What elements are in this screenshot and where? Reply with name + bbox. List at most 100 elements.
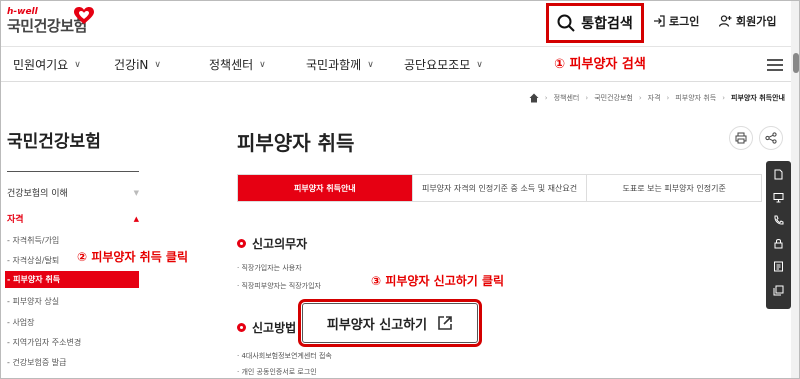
sidebar-item-dependent-lose[interactable]: - 피부양자 상실: [7, 296, 59, 307]
sidebar-item-acquire[interactable]: - 자격취득/가입: [7, 235, 59, 246]
bullet-item: · 직장피부양자는 직장가입자: [237, 282, 321, 290]
chevron-down-icon: ∨: [74, 59, 81, 70]
nav-item-about[interactable]: 공단요모조모 ∨: [404, 56, 483, 73]
quick-menu-bar: [766, 161, 791, 309]
bullet-item: · 직장가입자는 사용자: [237, 264, 302, 272]
search-icon: [557, 14, 575, 32]
sidebar-item-dependent-acquire[interactable]: - 피부양자 취득: [5, 271, 139, 288]
sidebar-item-label: 지역가입자 주소변경: [12, 338, 82, 347]
annotation-step3: ③ 피부양자 신고하기 클릭: [371, 274, 505, 288]
report-button-label: 피부양자 신고하기: [326, 317, 428, 333]
sidebar-item-card-issue[interactable]: - 건강보험증 발급: [7, 357, 67, 368]
breadcrumb-item[interactable]: 자격: [648, 93, 661, 103]
integrated-search-button[interactable]: 통합검색: [546, 3, 644, 43]
section-title: 신고방법: [252, 321, 297, 335]
chevron-down-icon: ∨: [259, 59, 266, 70]
login-label: 로그인: [669, 15, 700, 28]
menu-icon[interactable]: [767, 59, 783, 71]
section-reporter: 신고의무자: [237, 235, 307, 252]
chevron-down-icon: ∨: [154, 59, 161, 70]
login-link[interactable]: 로그인: [653, 13, 699, 29]
monitor-icon[interactable]: [773, 192, 784, 203]
annotation-step2: ② 피부양자 취득 클릭: [77, 250, 189, 264]
tab-income-property-criteria[interactable]: 피부양자 자격의 인정기준 중 소득 및 재산요건: [411, 175, 587, 201]
caret-down-icon: ▼: [133, 188, 139, 197]
section-method: 신고방법: [237, 319, 296, 336]
page-title: 피부양자 취득: [237, 131, 355, 155]
chevron-down-icon: ∨: [476, 59, 483, 70]
print-icon: [735, 132, 747, 144]
breadcrumb-separator: ›: [544, 94, 548, 102]
section-bullet-icon: [237, 239, 246, 248]
sidebar-item-workplace[interactable]: - 사업장: [7, 317, 35, 328]
share-button[interactable]: [759, 126, 783, 150]
bullet-text: 직장가입자는 사용자: [241, 264, 302, 272]
home-icon[interactable]: [529, 93, 539, 103]
nav-item-civil-service[interactable]: 민원여기요 ∨: [13, 56, 81, 73]
sidebar-item-label: 건강보험증 발급: [12, 358, 67, 367]
chevron-down-icon: ∨: [367, 59, 374, 70]
nav-label: 민원여기요: [13, 58, 69, 72]
share-icon: [765, 132, 777, 144]
external-link-icon: [438, 316, 452, 330]
section-title: 신고의무자: [252, 237, 308, 251]
breadcrumb-separator: ›: [638, 94, 642, 102]
nav-item-with-people[interactable]: 국민과함께 ∨: [306, 56, 374, 73]
nav-item-health-in[interactable]: 건강iN ∨: [114, 56, 161, 73]
page: h-well 국민건강보험 통합검색 로그인 회원가입 민원여기요 ∨ 건강iN…: [0, 0, 800, 379]
search-label: 통합검색: [581, 16, 633, 32]
heart-icon: [74, 7, 94, 24]
phone-icon[interactable]: [773, 215, 784, 226]
sidebar-item-label: 자격취득/가입: [12, 236, 60, 245]
copy-icon[interactable]: [773, 285, 784, 296]
annotation-step1: ① 피부양자 검색: [554, 57, 646, 72]
dependent-report-button[interactable]: 피부양자 신고하기: [302, 303, 478, 343]
sidebar-item-label: 피부양자 상실: [12, 297, 60, 306]
add-user-icon: [719, 15, 732, 27]
main-navigation: 민원여기요 ∨ 건강iN ∨ 정책센터 ∨ 국민과함께 ∨ 공단요모조모 ∨: [1, 47, 791, 82]
bullet-text: 개인 공동인증서로 로그인: [241, 368, 317, 376]
scrollbar-thumb[interactable]: [793, 53, 799, 73]
nav-label: 건강iN: [114, 58, 149, 72]
breadcrumb-item[interactable]: 정책센터: [554, 93, 580, 103]
lock-icon[interactable]: [773, 238, 784, 249]
sidebar-item-label: 피부양자 취득: [13, 275, 61, 284]
sidebar-divider: [7, 171, 139, 172]
sidebar-item-label: 자격상실/탈퇴: [12, 256, 60, 265]
site-logo[interactable]: h-well 국민건강보험: [7, 7, 94, 35]
content-tabs: 피부양자 취득안내 피부양자 자격의 인정기준 중 소득 및 재산요건 도표로 …: [237, 174, 762, 202]
bullet-item: · 개인 공동인증서로 로그인: [237, 368, 317, 376]
nav-label: 국민과함께: [306, 58, 362, 72]
bullet-text: 직장피부양자는 직장가입자: [241, 282, 321, 290]
sidebar-title: 국민건강보험: [7, 132, 101, 152]
breadcrumb: › 정책센터 › 국민건강보험 › 자격 › 피부양자 취득 › 피부양자 취득…: [529, 93, 785, 103]
tab-criteria-chart[interactable]: 도표로 보는 피부양자 인정기준: [586, 175, 761, 201]
breadcrumb-item[interactable]: 국민건강보험: [594, 93, 633, 103]
breadcrumb-separator: ›: [585, 94, 589, 102]
document-icon[interactable]: [773, 169, 784, 180]
nav-label: 공단요모조모: [404, 58, 471, 72]
breadcrumb-current: 피부양자 취득안내: [731, 94, 785, 102]
breadcrumb-separator: ›: [722, 94, 726, 102]
breadcrumb-item[interactable]: 피부양자 취득: [675, 93, 716, 103]
site-header: h-well 국민건강보험 통합검색 로그인 회원가입: [1, 1, 791, 47]
print-button[interactable]: [729, 126, 753, 150]
section-bullet-icon: [237, 323, 246, 332]
sidebar-item-lose[interactable]: - 자격상실/탈퇴: [7, 255, 59, 266]
sidebar-item-address-change[interactable]: - 지역가입자 주소변경: [7, 337, 81, 348]
bullet-text: 4대사회보험정보연계센터 접속: [241, 352, 332, 360]
nav-item-policy-center[interactable]: 정책센터 ∨: [209, 56, 266, 73]
sidebar-item-label: 사업장: [12, 318, 35, 327]
tab-dependent-acquire-guide[interactable]: 피부양자 취득안내: [238, 175, 412, 201]
caret-up-icon: ▲: [133, 214, 139, 223]
bullet-item: · 4대사회보험정보연계센터 접속: [237, 352, 332, 360]
list-document-icon[interactable]: [773, 261, 784, 272]
breadcrumb-separator: ›: [666, 94, 670, 102]
sidebar-section-qualification[interactable]: 자격 ▲: [7, 212, 139, 226]
nav-label: 정책센터: [209, 58, 254, 72]
sidebar-section-understanding[interactable]: 건강보험의 이해 ▼: [7, 186, 139, 200]
login-icon: [654, 15, 665, 27]
sidebar-section-label: 건강보험의 이해: [7, 189, 68, 199]
signup-link[interactable]: 회원가입: [719, 13, 776, 29]
signup-label: 회원가입: [736, 15, 777, 28]
